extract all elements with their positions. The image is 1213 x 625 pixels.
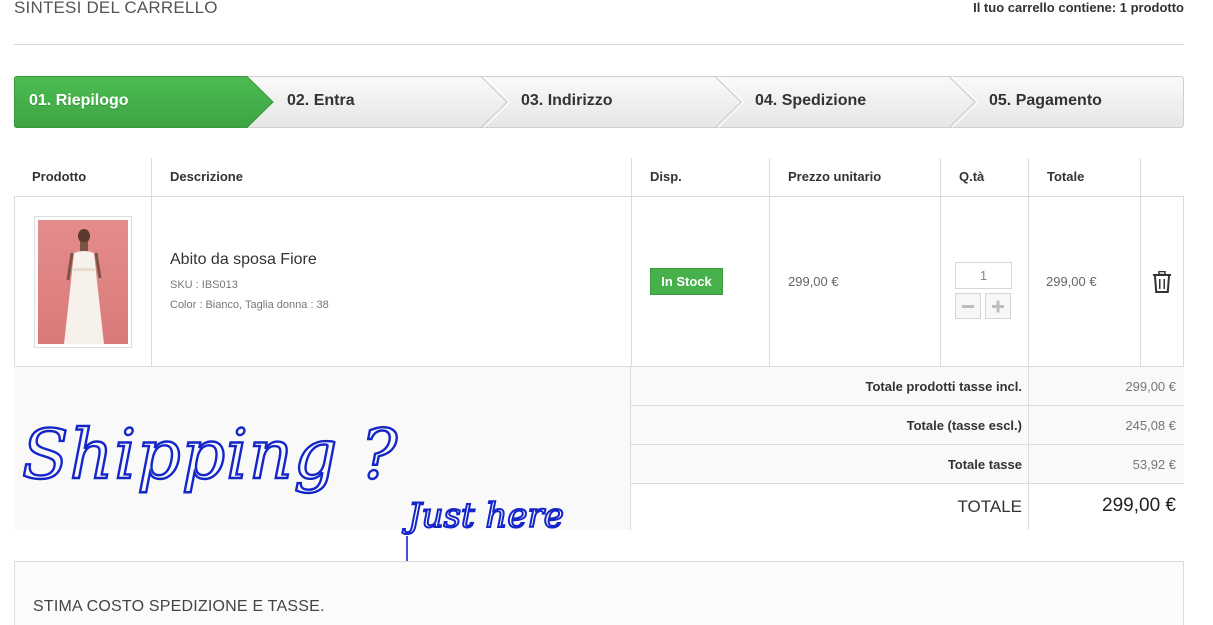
cart-table: Prodotto Descrizione Disp. Prezzo unitar… bbox=[14, 158, 1184, 530]
summary-row-taxes: Totale tasse 53,92 € bbox=[631, 445, 1184, 484]
line-total: 299,00 € bbox=[1046, 274, 1097, 289]
summary-row-products-incl-tax: Totale prodotti tasse incl. 299,00 € bbox=[631, 367, 1184, 406]
summary-row-total-excl-tax: Totale (tasse escl.) 245,08 € bbox=[631, 406, 1184, 445]
in-stock-badge: In Stock bbox=[650, 268, 723, 295]
product-sku: SKU : IBS013 bbox=[170, 279, 238, 291]
minus-icon bbox=[962, 305, 974, 308]
column-header-product: Prodotto bbox=[14, 158, 152, 197]
cart-footer-left bbox=[14, 367, 631, 530]
checkout-steps: 01. Riepilogo 02. Entra 03. Indirizzo 04… bbox=[14, 76, 1184, 128]
column-header-unit-price: Prezzo unitario bbox=[770, 158, 941, 197]
step-riepilogo[interactable]: 01. Riepilogo bbox=[29, 76, 129, 128]
summary-value: 53,92 € bbox=[1132, 457, 1176, 472]
decrease-quantity-button[interactable] bbox=[955, 293, 981, 319]
increase-quantity-button[interactable] bbox=[985, 293, 1011, 319]
product-thumbnail[interactable] bbox=[34, 216, 132, 348]
step-indirizzo[interactable]: 03. Indirizzo bbox=[521, 76, 613, 128]
title-divider bbox=[14, 44, 1184, 45]
column-header-quantity: Q.tà bbox=[941, 158, 1029, 197]
grand-total-value: 299,00 € bbox=[1102, 495, 1176, 516]
quantity-input[interactable]: 1 bbox=[955, 262, 1012, 289]
step-spedizione[interactable]: 04. Spedizione bbox=[755, 76, 866, 128]
plus-icon bbox=[992, 300, 1004, 313]
summary-label: Totale prodotti tasse incl. bbox=[865, 379, 1022, 394]
shipping-estimate-title: STIMA COSTO SPEDIZIONE E TASSE. bbox=[33, 598, 325, 615]
page-title: SINTESI DEL CARRELLO bbox=[14, 0, 218, 17]
unit-price: 299,00 € bbox=[788, 274, 839, 289]
column-header-delete bbox=[1141, 158, 1184, 197]
summary-value: 245,08 € bbox=[1125, 418, 1176, 433]
shipping-estimate-panel: STIMA COSTO SPEDIZIONE E TASSE. bbox=[14, 561, 1184, 625]
step-entra[interactable]: 02. Entra bbox=[287, 76, 355, 128]
summary-label: Totale (tasse escl.) bbox=[906, 418, 1022, 433]
column-header-availability: Disp. bbox=[632, 158, 770, 197]
cart-count: Il tuo carrello contiene: 1 prodotto bbox=[973, 0, 1184, 15]
wedding-dress-photo bbox=[64, 229, 104, 344]
delete-item-button[interactable] bbox=[1152, 270, 1172, 298]
grand-total-label: TOTALE bbox=[957, 497, 1022, 516]
summary-row-grand-total: TOTALE 299,00 € bbox=[631, 484, 1184, 530]
product-attributes: Color : Bianco, Taglia donna : 38 bbox=[170, 299, 329, 311]
trash-icon bbox=[1153, 270, 1171, 293]
summary-label: Totale tasse bbox=[947, 457, 1022, 472]
column-header-description: Descrizione bbox=[152, 158, 632, 197]
column-header-total: Totale bbox=[1029, 158, 1141, 197]
product-image bbox=[38, 220, 128, 344]
product-name[interactable]: Abito da sposa Fiore bbox=[170, 251, 317, 269]
step-pagamento[interactable]: 05. Pagamento bbox=[989, 76, 1102, 128]
summary-value: 299,00 € bbox=[1125, 379, 1176, 394]
